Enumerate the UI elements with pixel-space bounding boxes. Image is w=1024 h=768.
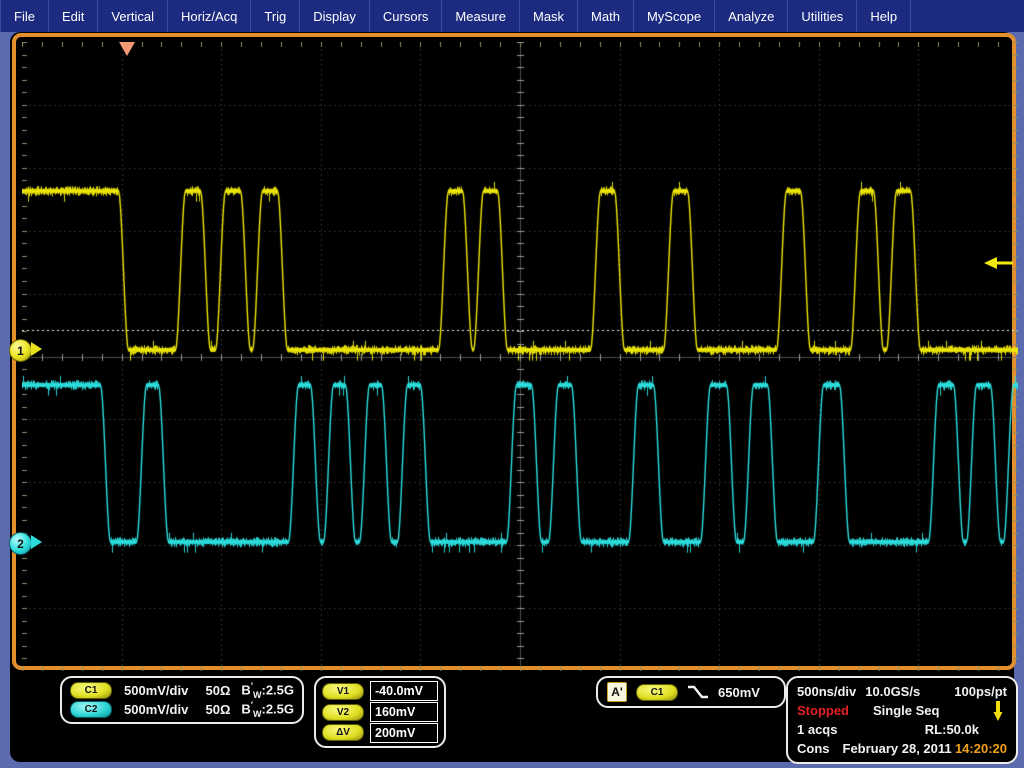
waveform-display[interactable]	[22, 42, 1018, 671]
menu-file[interactable]: File	[0, 0, 49, 32]
acq-state: Stopped	[797, 703, 849, 718]
menu-display[interactable]: Display	[300, 0, 370, 32]
menu-cursors[interactable]: Cursors	[370, 0, 443, 32]
timebase-row: 500ns/div 10.0GS/s 100ps/pt	[797, 682, 1007, 701]
acq-count-row: 1 acqs RL:50.0k	[797, 720, 1007, 739]
channel2-row: C2 500mV/div 50Ω B′W:2.5G	[70, 700, 294, 719]
menu-analyze[interactable]: Analyze	[715, 0, 788, 32]
channel1-bandwidth: B′W:2.5G	[241, 681, 294, 700]
cursor-v2-value: 160mV	[370, 702, 438, 722]
channel1-row: C1 500mV/div 50Ω B′W:2.5G	[70, 681, 294, 700]
menu-utilities[interactable]: Utilities	[788, 0, 857, 32]
acq-mode: Single Seq	[873, 703, 939, 718]
menu-help[interactable]: Help	[857, 0, 911, 32]
cursor-dv-row: ΔV 200mV	[322, 722, 438, 743]
temperature-icon	[993, 700, 1003, 722]
cursor-v1-button[interactable]: V1	[322, 683, 364, 700]
trigger-position-marker[interactable]	[119, 42, 135, 56]
trigger-a-badge[interactable]: A'	[607, 682, 627, 702]
cursor-v1-row: V1 -40.0mV	[322, 681, 438, 702]
channel1-button[interactable]: C1	[70, 682, 112, 699]
channel2-bandwidth: B′W:2.5G	[241, 700, 294, 719]
record-length: RL:50.0k	[925, 722, 979, 737]
channel2-arrow-icon	[31, 535, 42, 549]
channel2-ground-marker[interactable]: 2	[9, 532, 32, 555]
menu-measure[interactable]: Measure	[442, 0, 520, 32]
datetime-row: Cons February 28, 2011 14:20:20	[797, 739, 1007, 758]
channel1-ground-marker[interactable]: 1	[9, 339, 32, 362]
channel1-impedance: 50Ω	[206, 683, 242, 698]
cursor-v2-button[interactable]: V2	[322, 704, 364, 721]
graticule-frame: 1 2	[12, 33, 1016, 670]
menu-math[interactable]: Math	[578, 0, 634, 32]
trigger-level-value: 650mV	[718, 685, 760, 700]
menu-edit[interactable]: Edit	[49, 0, 98, 32]
channel2-impedance: 50Ω	[206, 702, 242, 717]
acq-count: 1 acqs	[797, 722, 837, 737]
cursor-dv-button[interactable]: ΔV	[322, 724, 364, 741]
sample-rate-value: 10.0GS/s	[865, 684, 920, 699]
channel1-scale: 500mV/div	[124, 683, 206, 698]
falling-edge-icon	[687, 684, 709, 700]
scope-screen: 1 2 C1 500mV/div 50Ω B′W:2.5G C2 500mV/d…	[10, 32, 1014, 762]
horizontal-readout-panel: 500ns/div 10.0GS/s 100ps/pt Stopped Sing…	[786, 676, 1018, 764]
menu-bar: File Edit Vertical Horiz/Acq Trig Displa…	[0, 0, 1024, 32]
channel2-button[interactable]: C2	[70, 701, 112, 718]
cursor-dv-value: 200mV	[370, 723, 438, 743]
resolution-value: 100ps/pt	[954, 684, 1007, 699]
cursor-v1-value: -40.0mV	[370, 681, 438, 701]
channel2-scale: 500mV/div	[124, 702, 206, 717]
cons-label: Cons	[797, 741, 830, 756]
menu-horiz-acq[interactable]: Horiz/Acq	[168, 0, 251, 32]
channel-readout-panel: C1 500mV/div 50Ω B′W:2.5G C2 500mV/div 5…	[60, 676, 304, 724]
menu-mask[interactable]: Mask	[520, 0, 578, 32]
cursor-v2-row: V2 160mV	[322, 702, 438, 723]
acq-state-row: Stopped Single Seq	[797, 701, 1007, 720]
time-value: 14:20:20	[955, 741, 1007, 756]
trigger-readout-panel: A' C1 650mV	[596, 676, 786, 708]
menu-trig[interactable]: Trig	[251, 0, 300, 32]
date-value: February 28, 2011	[843, 741, 952, 756]
menu-myscope[interactable]: MyScope	[634, 0, 715, 32]
trigger-source-button[interactable]: C1	[636, 684, 678, 701]
channel1-arrow-icon	[31, 342, 42, 356]
timebase-value: 500ns/div	[797, 684, 856, 699]
oscilloscope-app: File Edit Vertical Horiz/Acq Trig Displa…	[0, 0, 1024, 768]
trigger-level-arrow[interactable]	[984, 255, 1014, 271]
menu-vertical[interactable]: Vertical	[98, 0, 168, 32]
cursor-readout-panel: V1 -40.0mV V2 160mV ΔV 200mV	[314, 676, 446, 748]
